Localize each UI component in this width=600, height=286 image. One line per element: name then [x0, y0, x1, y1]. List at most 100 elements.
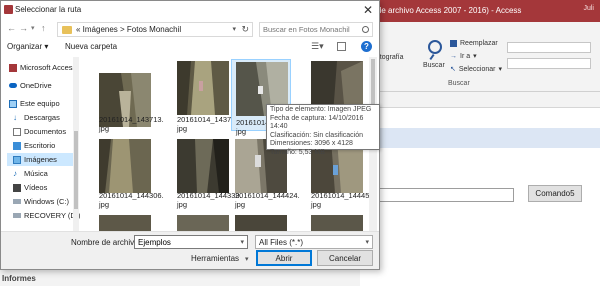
new-folder-button[interactable]: Nueva carpeta	[65, 42, 117, 51]
dialog-toolbar: Organizar ▾ Nueva carpeta ☰▾ ?	[1, 39, 379, 55]
search-icon[interactable]	[428, 40, 442, 54]
file-type-value: All Files (*.*)	[259, 238, 304, 247]
drive-icon	[13, 199, 21, 204]
reemplazar-button[interactable]: Reemplazar	[450, 40, 498, 47]
access-user-name[interactable]: Juli	[583, 5, 594, 12]
access-form-area: Comando5	[360, 92, 600, 286]
seleccionar-button[interactable]: ↖ Seleccionar ▾	[450, 65, 502, 74]
nav-item-label: Descargas	[24, 113, 60, 122]
file-name[interactable]: 20161014_144306. jpg	[99, 191, 169, 209]
nav-item-musica[interactable]: ♪ Música	[13, 167, 81, 180]
file-thumbnail[interactable]	[177, 139, 229, 195]
dialog-title-bar: Seleccionar la ruta ✕	[1, 1, 379, 19]
nav-item-escritorio[interactable]: Escritorio	[13, 139, 81, 152]
nav-item-videos[interactable]: Vídeos	[13, 181, 81, 194]
file-name-line: jpg	[235, 200, 246, 209]
chevron-down-icon[interactable]: ▾	[240, 238, 244, 246]
photo-thumbnail-image	[177, 139, 229, 193]
nav-item-imagenes[interactable]: Imágenes	[7, 153, 79, 166]
file-thumbnail[interactable]	[99, 139, 151, 195]
nav-item-label: Este equipo	[20, 99, 60, 108]
file-type-filter[interactable]: All Files (*.*) ▾	[255, 235, 373, 249]
photo-thumbnail-image	[177, 215, 229, 231]
photo-thumbnail-image	[99, 139, 151, 193]
cancel-button[interactable]: Cancelar	[317, 250, 373, 266]
tools-label: Herramientas	[191, 254, 240, 263]
computer-icon	[9, 99, 17, 108]
nav-item-windows-c[interactable]: Windows (C:)	[13, 195, 81, 208]
onedrive-icon	[9, 83, 17, 88]
nav-item-onedrive[interactable]: OneDrive	[9, 79, 79, 92]
search-input[interactable]	[263, 24, 357, 35]
help-icon[interactable]: ?	[361, 41, 372, 52]
access-window-title: to de archivo Access 2007 - 2016) - Acce…	[368, 6, 522, 15]
nav-item-label: Música	[24, 169, 48, 178]
nav-item-label: RECOVERY (D:)	[24, 211, 81, 220]
filename-input[interactable]	[138, 237, 234, 248]
nav-item-descargas[interactable]: ↓ Descargas	[13, 111, 81, 124]
file-name-line: 20161014_144453.	[311, 191, 369, 200]
organize-button[interactable]: Organizar ▾	[7, 42, 48, 51]
file-thumbnail[interactable]	[311, 215, 363, 231]
ir-a-label: Ir a	[460, 52, 471, 60]
scrollbar-thumb[interactable]	[74, 131, 78, 209]
navigation-scrollbar[interactable]	[73, 57, 79, 231]
tooltip-rating: Clasificación: Sin clasificación	[270, 131, 363, 139]
file-name[interactable]: 20161014_144424. jpg	[235, 191, 305, 209]
breadcrumb[interactable]: « Imágenes > Fotos Monachil	[76, 25, 181, 34]
access-icon	[4, 5, 13, 14]
search-icon	[362, 26, 369, 33]
chevron-down-icon: ▾	[498, 66, 502, 73]
font-name-combo[interactable]	[507, 42, 591, 53]
file-thumbnail[interactable]	[177, 215, 229, 231]
close-icon[interactable]: ✕	[363, 3, 373, 17]
filename-label: Nombre de archivo:	[71, 238, 141, 247]
dialog-footer: Nombre de archivo: ▾ All Files (*.*) ▾ H…	[1, 231, 379, 269]
nav-item-documentos[interactable]: Documentos	[13, 125, 81, 138]
file-name-line: 20161014_143713.	[99, 115, 164, 124]
ribbon-group-label: Buscar	[448, 80, 470, 87]
videos-icon	[13, 183, 21, 192]
file-thumbnail[interactable]	[99, 215, 151, 231]
ir-a-button[interactable]: → Ir a ▾	[450, 52, 477, 61]
music-icon: ♪	[13, 168, 17, 178]
recent-locations-icon[interactable]: ▾	[31, 24, 35, 32]
font-size-combo[interactable]	[507, 58, 591, 69]
back-icon[interactable]: ←	[7, 23, 16, 33]
nav-item-recovery-d[interactable]: RECOVERY (D:)	[13, 209, 81, 222]
chevron-down-icon[interactable]: ▾	[232, 25, 236, 33]
tooltip-type: Tipo de elemento: Imagen JPEG	[270, 106, 372, 113]
informes-group[interactable]: Informes	[2, 274, 36, 283]
filename-combo[interactable]: ▾	[134, 235, 248, 249]
photo-thumbnail-image	[235, 215, 287, 231]
forward-icon[interactable]: →	[19, 23, 28, 33]
open-button[interactable]: Abrir	[256, 250, 312, 266]
access-title-bar: to de archivo Access 2007 - 2016) - Acce…	[360, 0, 600, 22]
form-tab-strip	[360, 92, 600, 108]
nav-item-este-equipo[interactable]: Este equipo	[9, 97, 79, 110]
refresh-icon[interactable]: ↻	[241, 24, 249, 35]
up-arrow-icon[interactable]: ↑	[41, 23, 46, 33]
nav-item-microsoft-access[interactable]: Microsoft Access	[9, 61, 79, 74]
file-name[interactable]: 20161014_144453. jpg	[311, 191, 369, 209]
photo-thumbnail-image	[177, 61, 229, 115]
seleccionar-label: Seleccionar	[458, 65, 496, 73]
search-box[interactable]	[259, 22, 373, 37]
file-name[interactable]: 20161014_143713. jpg	[99, 115, 169, 133]
tooltip-dimensions: Dimensiones: 3096 x 4128	[270, 140, 353, 147]
arrow-right-icon: →	[450, 52, 457, 60]
file-thumbnail[interactable]	[177, 61, 229, 117]
preview-pane-icon[interactable]	[337, 42, 346, 51]
file-thumbnail[interactable]	[235, 215, 287, 231]
nav-item-label: Microsoft Access	[20, 63, 77, 72]
change-view-icon[interactable]: ☰▾	[311, 41, 324, 52]
nav-item-label: OneDrive	[20, 81, 52, 90]
access-icon	[9, 63, 17, 72]
address-bar[interactable]: « Imágenes > Fotos Monachil ▾ ↻	[57, 22, 253, 37]
file-name-line: jpg	[99, 200, 110, 209]
pictures-icon	[13, 155, 21, 164]
buscar-button[interactable]: Buscar	[423, 62, 445, 69]
comando5-button[interactable]: Comando5	[528, 185, 582, 202]
form-text-field[interactable]	[368, 188, 514, 202]
tools-button[interactable]: Herramientas ▾	[191, 254, 249, 263]
